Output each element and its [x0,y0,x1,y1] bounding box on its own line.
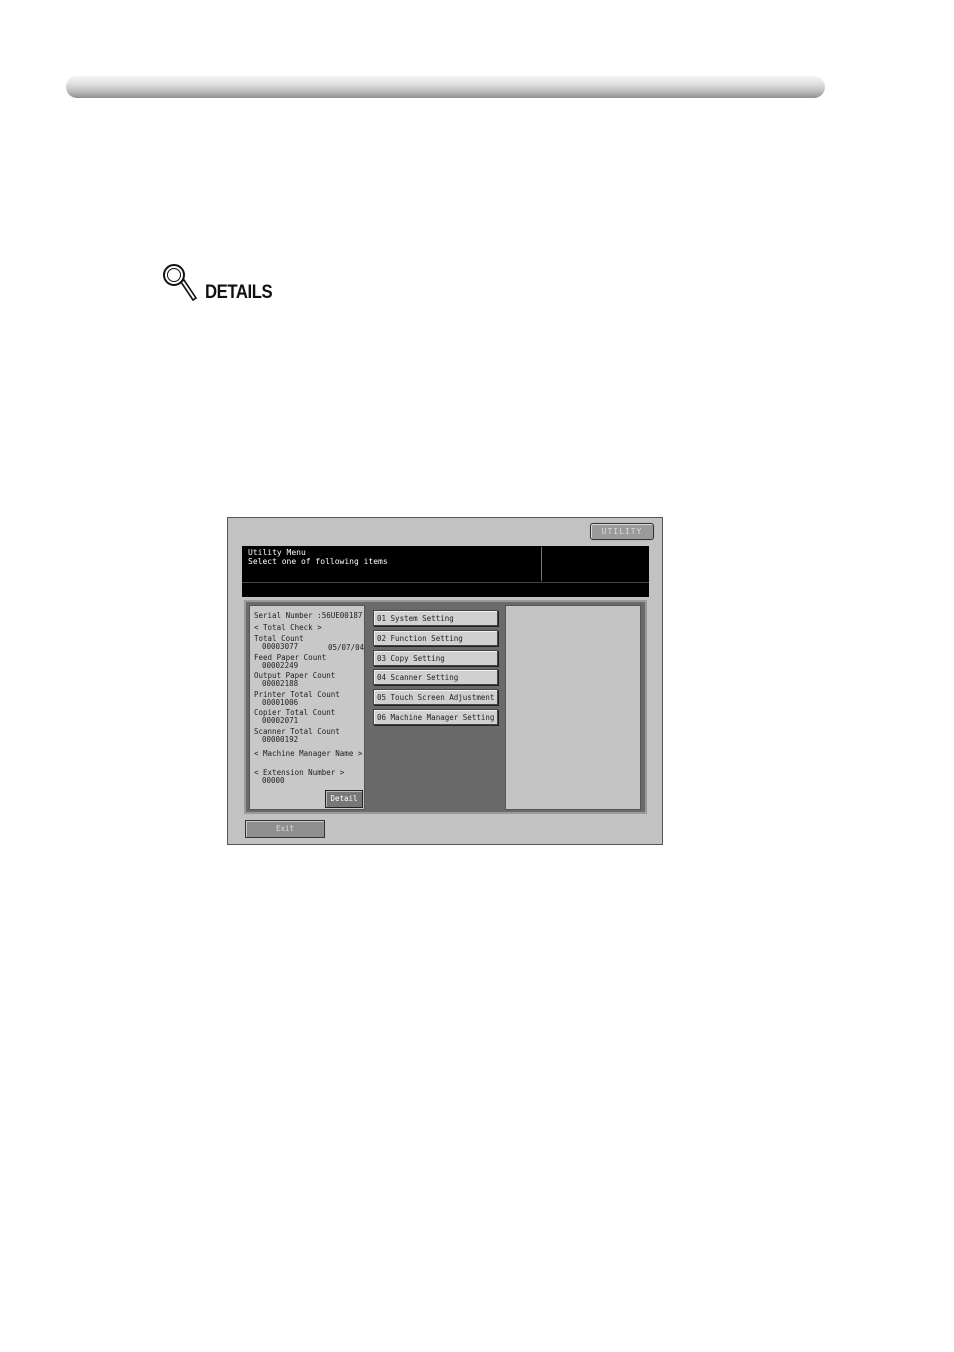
right-panel [505,605,641,810]
menu-scanner-setting-button[interactable]: 04 Scanner Setting [373,669,498,685]
serial-number: Serial Number :56UE00187 [254,611,363,620]
utility-button[interactable]: UTILITY [590,523,654,540]
total-check-label: < Total Check > [254,623,322,632]
utility-screen: UTILITY Utility Menu Select one of follo… [227,517,663,845]
header-instruction: Select one of following items [248,557,388,566]
menu-function-setting-button[interactable]: 02 Function Setting [373,630,498,646]
menu-touch-screen-adjustment-button[interactable]: 05 Touch Screen Adjustment [373,689,498,705]
counter-panel: Serial Number :56UE00187 < Total Check >… [249,605,365,810]
feed-paper-value: 00002249 [262,661,299,670]
extension-number-value: 00000 [262,776,285,785]
header-rule [66,76,825,98]
total-count-value: 00003077 [262,642,299,651]
printer-total-value: 00001006 [262,698,299,707]
machine-manager-name-label: < Machine Manager Name > [254,749,363,758]
magnifier-icon [163,264,198,302]
message-area: Utility Menu Select one of following ite… [242,546,649,582]
detail-button[interactable]: Detail [325,790,363,808]
output-paper-value: 00002188 [262,679,299,688]
main-panel: Serial Number :56UE00187 < Total Check >… [244,600,647,814]
copier-total-value: 00002071 [262,716,299,725]
menu-machine-manager-setting-button[interactable]: 06 Machine Manager Setting [373,709,498,725]
exit-button[interactable]: Exit [245,820,325,838]
menu-copy-setting-button[interactable]: 03 Copy Setting [373,650,498,666]
details-label: DETAILS [205,282,273,303]
header-divider [541,547,542,581]
scanner-total-value: 00000192 [262,735,299,744]
status-bar [242,582,649,597]
menu-system-setting-button[interactable]: 01 System Setting [373,610,498,626]
header-title: Utility Menu [248,548,306,557]
date-value: 05/07/04 [328,643,365,652]
